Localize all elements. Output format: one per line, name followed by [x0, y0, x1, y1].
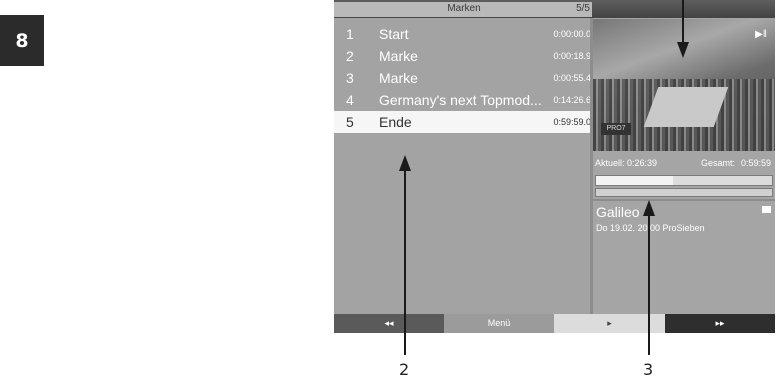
- playback-progress-bar[interactable]: [595, 175, 773, 186]
- mark-name: Marke: [379, 48, 418, 64]
- menu-button[interactable]: Menü: [444, 314, 554, 333]
- mark-number: 1: [346, 26, 354, 42]
- video-preview: PRO7 ▶‖: [593, 19, 775, 151]
- mark-time: 0:00:55.4: [553, 73, 591, 83]
- recording-meta: Do 19.02. 20:00 ProSieben: [596, 223, 705, 233]
- recording-info-icon: [762, 206, 771, 213]
- mark-time: 0:14:26.6: [553, 95, 591, 105]
- mark-name: Ende: [379, 114, 412, 130]
- callout-1-line: [682, 0, 684, 44]
- mark-row[interactable]: 2 Marke 0:00:18.9: [334, 45, 592, 67]
- total-time: 0:59:59: [740, 158, 771, 168]
- time-row: Aktuell: 0:26:39 Gesamt: 0:59:59: [593, 158, 775, 170]
- mark-name: Marke: [379, 70, 418, 86]
- mark-row[interactable]: 4 Germany's next Topmod... 0:14:26.6: [334, 89, 592, 111]
- fast-forward-button[interactable]: ▸▸: [665, 314, 775, 333]
- mark-row[interactable]: 3 Marke 0:00:55.4: [334, 67, 592, 89]
- callout-3-arrow: [643, 200, 655, 216]
- marks-count: 5/5: [576, 3, 590, 14]
- recording-title: Galileo: [596, 204, 640, 220]
- marks-timeline-bar: [595, 188, 773, 197]
- mark-time: 0:00:18.9: [553, 51, 591, 61]
- mark-row-selected[interactable]: 5 Ende 0:59:59.0: [334, 111, 592, 133]
- callout-1-arrow: [677, 42, 689, 58]
- total-label: Gesamt:: [701, 158, 736, 168]
- channel-logo: PRO7: [601, 123, 631, 135]
- marks-list-header: Marken 5/5: [334, 2, 592, 17]
- preview-runway: [643, 87, 729, 127]
- chapter-tab: 8: [0, 15, 44, 66]
- mark-number: 2: [346, 48, 354, 64]
- callout-2-arrow: [399, 155, 411, 171]
- current-time: Aktuell: 0:26:39: [595, 158, 658, 168]
- info-separator: [593, 199, 775, 201]
- mark-row[interactable]: 1 Start 0:00:00.0: [334, 23, 592, 45]
- mark-time: 0:59:59.0: [553, 117, 591, 127]
- callout-3-number: 3: [643, 360, 654, 379]
- mark-number: 4: [346, 92, 354, 108]
- mark-time: 0:00:00.0: [553, 29, 591, 39]
- play-pause-icon: ▶‖: [755, 29, 767, 40]
- mark-name: Germany's next Topmod...: [379, 92, 542, 108]
- progress-fill: [596, 176, 674, 185]
- callout-2-line: [404, 170, 406, 355]
- mark-number: 3: [346, 70, 354, 86]
- rewind-button[interactable]: ◂◂: [334, 314, 444, 333]
- mark-name: Start: [379, 26, 409, 42]
- function-key-bar: ◂◂ Menü ▸ ▸▸: [334, 314, 775, 333]
- marks-header-title: Marken: [447, 3, 481, 14]
- callout-3-line: [648, 215, 650, 355]
- mark-number: 5: [346, 114, 354, 130]
- callout-2-number: 2: [399, 360, 410, 379]
